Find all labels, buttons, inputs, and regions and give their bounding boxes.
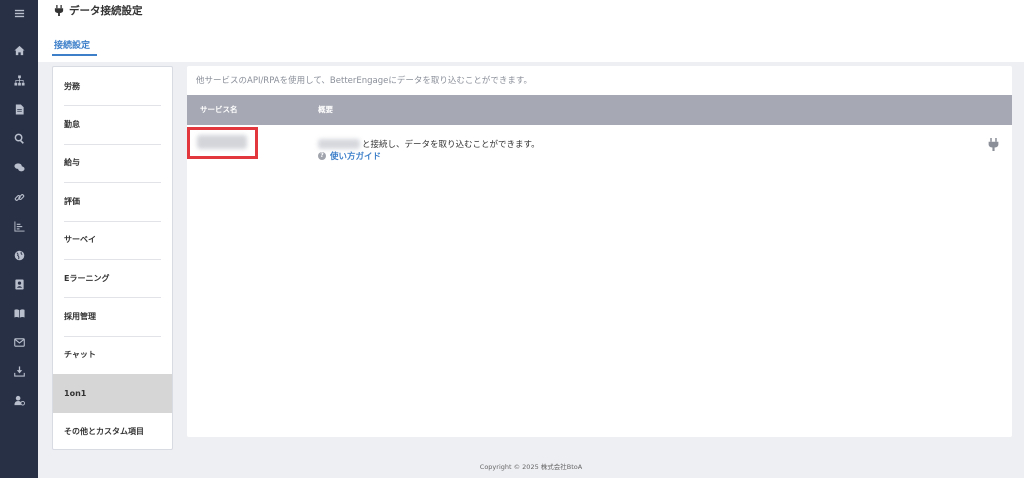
footer-copyright: Copyright © 2025 株式会社BtoA bbox=[479, 463, 583, 471]
menu-item-other-custom[interactable]: その他とカスタム項目 bbox=[53, 413, 172, 451]
globe-icon[interactable] bbox=[0, 245, 38, 265]
chat-icon[interactable] bbox=[0, 157, 38, 177]
column-header-summary: 概要 bbox=[318, 105, 333, 114]
search-icon[interactable] bbox=[0, 128, 38, 148]
home-icon[interactable] bbox=[0, 40, 38, 60]
intro-text: 他サービスのAPI/RPAを使用して、BetterEngageにデータを取り込む… bbox=[196, 76, 533, 86]
menu-item-1on1[interactable]: 1on1 bbox=[53, 374, 172, 413]
question-icon: ? bbox=[318, 152, 326, 160]
download-icon[interactable] bbox=[0, 361, 38, 381]
menu-item-attendance[interactable]: 勤怠 bbox=[53, 105, 172, 143]
tab-connection-settings[interactable]: 接続設定 bbox=[52, 38, 92, 51]
plug-icon bbox=[54, 5, 64, 16]
usage-guide-link[interactable]: ? 使い方ガイド bbox=[318, 150, 381, 162]
tab-active-indicator bbox=[52, 54, 97, 56]
service-name-inline-redacted bbox=[318, 139, 360, 149]
menu-item-payroll[interactable]: 給与 bbox=[53, 144, 172, 182]
menu-item-chat[interactable]: チャット bbox=[53, 336, 172, 374]
user-settings-icon[interactable] bbox=[0, 390, 38, 410]
document-icon[interactable] bbox=[0, 99, 38, 119]
org-chart-icon[interactable] bbox=[0, 70, 38, 90]
category-menu: 労務 勤怠 給与 評価 サーベイ Eラーニング 採用管理 チャット 1on1 そ… bbox=[52, 66, 173, 450]
menu-item-labor[interactable]: 労務 bbox=[53, 67, 172, 105]
menu-item-survey[interactable]: サーベイ bbox=[53, 221, 172, 259]
page-title-text: データ接続設定 bbox=[69, 5, 143, 17]
page-title: データ接続設定 bbox=[54, 3, 143, 18]
description-text: と接続し、データを取り込むことができます。 bbox=[362, 140, 540, 150]
chart-icon[interactable] bbox=[0, 216, 38, 236]
connect-plug-icon[interactable] bbox=[988, 136, 999, 151]
menu-item-recruiting[interactable]: 採用管理 bbox=[53, 297, 172, 335]
menu-item-elearning[interactable]: Eラーニング bbox=[53, 259, 172, 297]
usage-guide-label: 使い方ガイド bbox=[330, 152, 382, 162]
highlight-box bbox=[187, 127, 258, 159]
service-description: と接続し、データを取り込むことができます。 bbox=[318, 138, 540, 150]
menu-icon[interactable] bbox=[0, 3, 38, 23]
column-header-service-name: サービス名 bbox=[200, 105, 238, 114]
page-header: データ接続設定 接続設定 bbox=[38, 0, 1024, 62]
contact-card-icon[interactable] bbox=[0, 274, 38, 294]
table-header: サービス名 概要 bbox=[187, 95, 1012, 125]
mail-icon[interactable] bbox=[0, 332, 38, 352]
left-navigation bbox=[0, 0, 38, 478]
link-icon[interactable] bbox=[0, 187, 38, 207]
menu-item-evaluation[interactable]: 評価 bbox=[53, 182, 172, 220]
connection-panel: 他サービスのAPI/RPAを使用して、BetterEngageにデータを取り込む… bbox=[187, 66, 1012, 437]
book-icon[interactable] bbox=[0, 303, 38, 323]
